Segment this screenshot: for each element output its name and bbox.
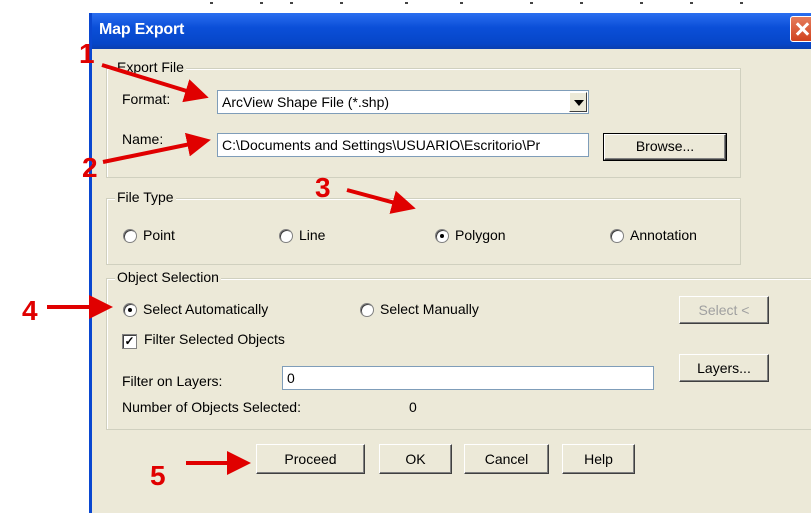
annotation-arrows xyxy=(47,63,416,475)
arrow-2 xyxy=(102,132,211,164)
arrow-3 xyxy=(346,188,416,214)
arrow-1 xyxy=(101,63,209,103)
